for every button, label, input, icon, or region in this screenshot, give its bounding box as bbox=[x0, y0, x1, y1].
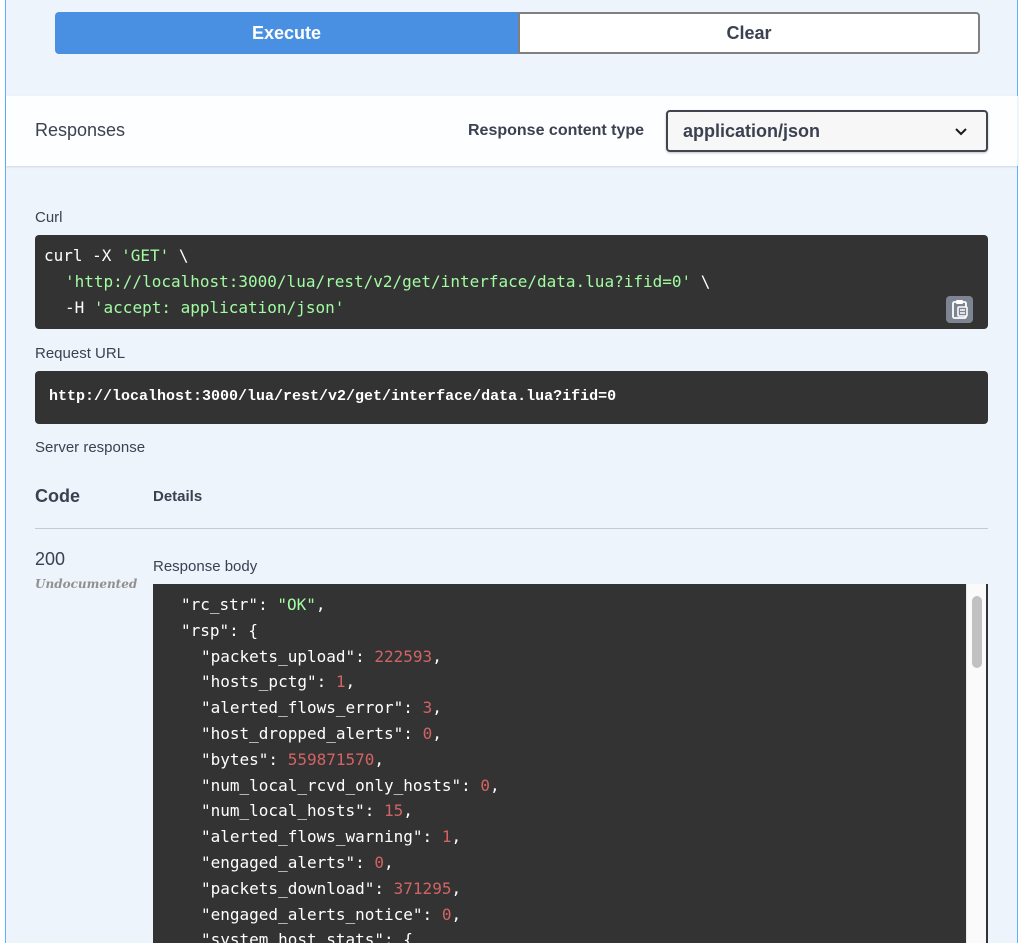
json-key: "engaged_alerts": bbox=[201, 853, 375, 872]
request-url-value: http://localhost:3000/lua/rest/v2/get/in… bbox=[49, 388, 617, 405]
chevron-down-icon bbox=[955, 128, 967, 136]
curl-url: 'http://localhost:3000/lua/rest/v2/get/i… bbox=[65, 272, 692, 291]
curl-method: 'GET' bbox=[121, 246, 170, 265]
curl-header-value: 'accept: application/json' bbox=[93, 298, 345, 317]
json-key: "engaged_alerts_notice": bbox=[201, 904, 442, 924]
json-key: "packets_upload": bbox=[201, 646, 375, 666]
json-value: 0 bbox=[480, 775, 490, 795]
response-body-label: Response body bbox=[153, 558, 258, 575]
response-body-line: "num_local_hosts": 15, bbox=[201, 801, 413, 820]
json-key: "host_dropped_alerts": bbox=[201, 724, 423, 743]
json-value: 15 bbox=[384, 801, 404, 821]
json-key: "bytes": bbox=[201, 749, 288, 769]
json-value: 0 bbox=[422, 724, 433, 743]
curl-line-3: -H 'accept: application/json' bbox=[65, 298, 344, 317]
request-url-block: http://localhost:3000/lua/rest/v2/get/in… bbox=[35, 371, 988, 424]
curl-line-1: curl -X 'GET' \ bbox=[44, 246, 189, 265]
json-punctuation: , bbox=[451, 878, 462, 898]
json-value: 0 bbox=[374, 853, 385, 872]
response-body-line: "alerted_flows_error": 3, bbox=[201, 698, 442, 717]
json-punctuation: , bbox=[315, 595, 326, 614]
table-divider bbox=[35, 528, 988, 529]
json-punctuation: , bbox=[345, 672, 356, 692]
execute-button[interactable]: Execute bbox=[55, 12, 518, 54]
response-body-line: "hosts_pctg": 1, bbox=[201, 672, 355, 691]
json-key: "num_local_rcvd_only_hosts": bbox=[201, 775, 481, 795]
response-undocumented-note: Undocumented bbox=[35, 577, 138, 591]
json-value: 559871570 bbox=[287, 749, 375, 769]
json-key: "rc_str": bbox=[181, 595, 278, 614]
response-body-line: "packets_download": 371295, bbox=[201, 879, 461, 898]
response-body-line: "alerted_flows_warning": 1, bbox=[201, 827, 461, 846]
scrollbar-thumb[interactable] bbox=[972, 596, 982, 668]
json-value: 3 bbox=[422, 698, 433, 718]
response-body-block[interactable]: "rc_str": "OK", "rsp": { "packets_upload":… bbox=[153, 584, 988, 943]
json-key: "hosts_pctg": bbox=[201, 672, 336, 692]
response-content-type-label: Response content type bbox=[468, 122, 645, 139]
curl-header-flag: -H bbox=[65, 298, 94, 317]
json-key: "num_local_hosts": bbox=[201, 801, 385, 821]
clipboard-copy-icon bbox=[952, 300, 968, 319]
json-punctuation: , bbox=[451, 827, 462, 847]
json-punctuation: , bbox=[432, 698, 442, 718]
curl-label: Curl bbox=[35, 209, 63, 226]
json-punctuation: , bbox=[451, 904, 462, 924]
json-key: "alerted_flows_warning": bbox=[201, 827, 442, 847]
curl-code-block: curl -X 'GET' \ 'http://localhost:3000/l… bbox=[35, 235, 988, 329]
details-column-header: Details bbox=[153, 488, 203, 505]
responses-header: Responses Response content type applicat… bbox=[6, 96, 1018, 166]
json-punctuation: , bbox=[432, 646, 442, 666]
curl-line-continuation: \ bbox=[169, 246, 189, 265]
response-body-line: "num_local_rcvd_only_hosts": 0, bbox=[201, 776, 500, 795]
response-body-line: "engaged_alerts": 0, bbox=[201, 853, 394, 872]
json-punctuation: , bbox=[403, 801, 413, 821]
response-body-line: "packets_upload": 222593, bbox=[201, 647, 442, 666]
server-response-label: Server response bbox=[35, 439, 146, 456]
response-body-scrollbar[interactable] bbox=[966, 584, 986, 943]
json-punctuation: , bbox=[374, 749, 385, 769]
clear-button[interactable]: Clear bbox=[518, 12, 980, 54]
json-punctuation: , bbox=[384, 853, 394, 872]
json-key: "rsp": { bbox=[181, 620, 259, 640]
json-punctuation: , bbox=[432, 724, 442, 743]
response-status-code: 200 bbox=[35, 549, 66, 569]
json-value: 1 bbox=[335, 672, 346, 692]
json-key: "alerted_flows_error": bbox=[201, 698, 423, 718]
request-url-label: Request URL bbox=[35, 345, 126, 362]
json-value: 371295 bbox=[393, 878, 452, 898]
response-content-type-value: application/json bbox=[683, 121, 821, 141]
response-content-type-select[interactable]: application/json bbox=[666, 110, 988, 152]
responses-title: Responses bbox=[35, 120, 126, 140]
curl-command: curl -X bbox=[44, 246, 122, 265]
json-key: "system_host_stats": { bbox=[201, 930, 413, 943]
response-body-line: "rc_str": "OK", bbox=[181, 595, 326, 614]
response-body-line: "system_host_stats": { bbox=[201, 930, 413, 943]
json-key: "packets_download": bbox=[201, 878, 394, 898]
curl-line-continuation: \ bbox=[691, 272, 711, 291]
copy-curl-button[interactable] bbox=[946, 296, 973, 323]
response-body-line: "host_dropped_alerts": 0, bbox=[201, 724, 442, 743]
json-value: "OK" bbox=[277, 595, 316, 614]
json-value: 222593 bbox=[374, 646, 433, 666]
response-body-line: "rsp": { bbox=[181, 621, 258, 640]
curl-line-2: 'http://localhost:3000/lua/rest/v2/get/i… bbox=[65, 272, 710, 291]
json-punctuation: , bbox=[490, 775, 500, 795]
code-column-header: Code bbox=[35, 486, 80, 506]
execute-clear-row: Execute Clear bbox=[55, 12, 980, 54]
response-body-line: "bytes": 559871570, bbox=[201, 750, 384, 769]
response-body-line: "engaged_alerts_notice": 0, bbox=[201, 905, 461, 924]
